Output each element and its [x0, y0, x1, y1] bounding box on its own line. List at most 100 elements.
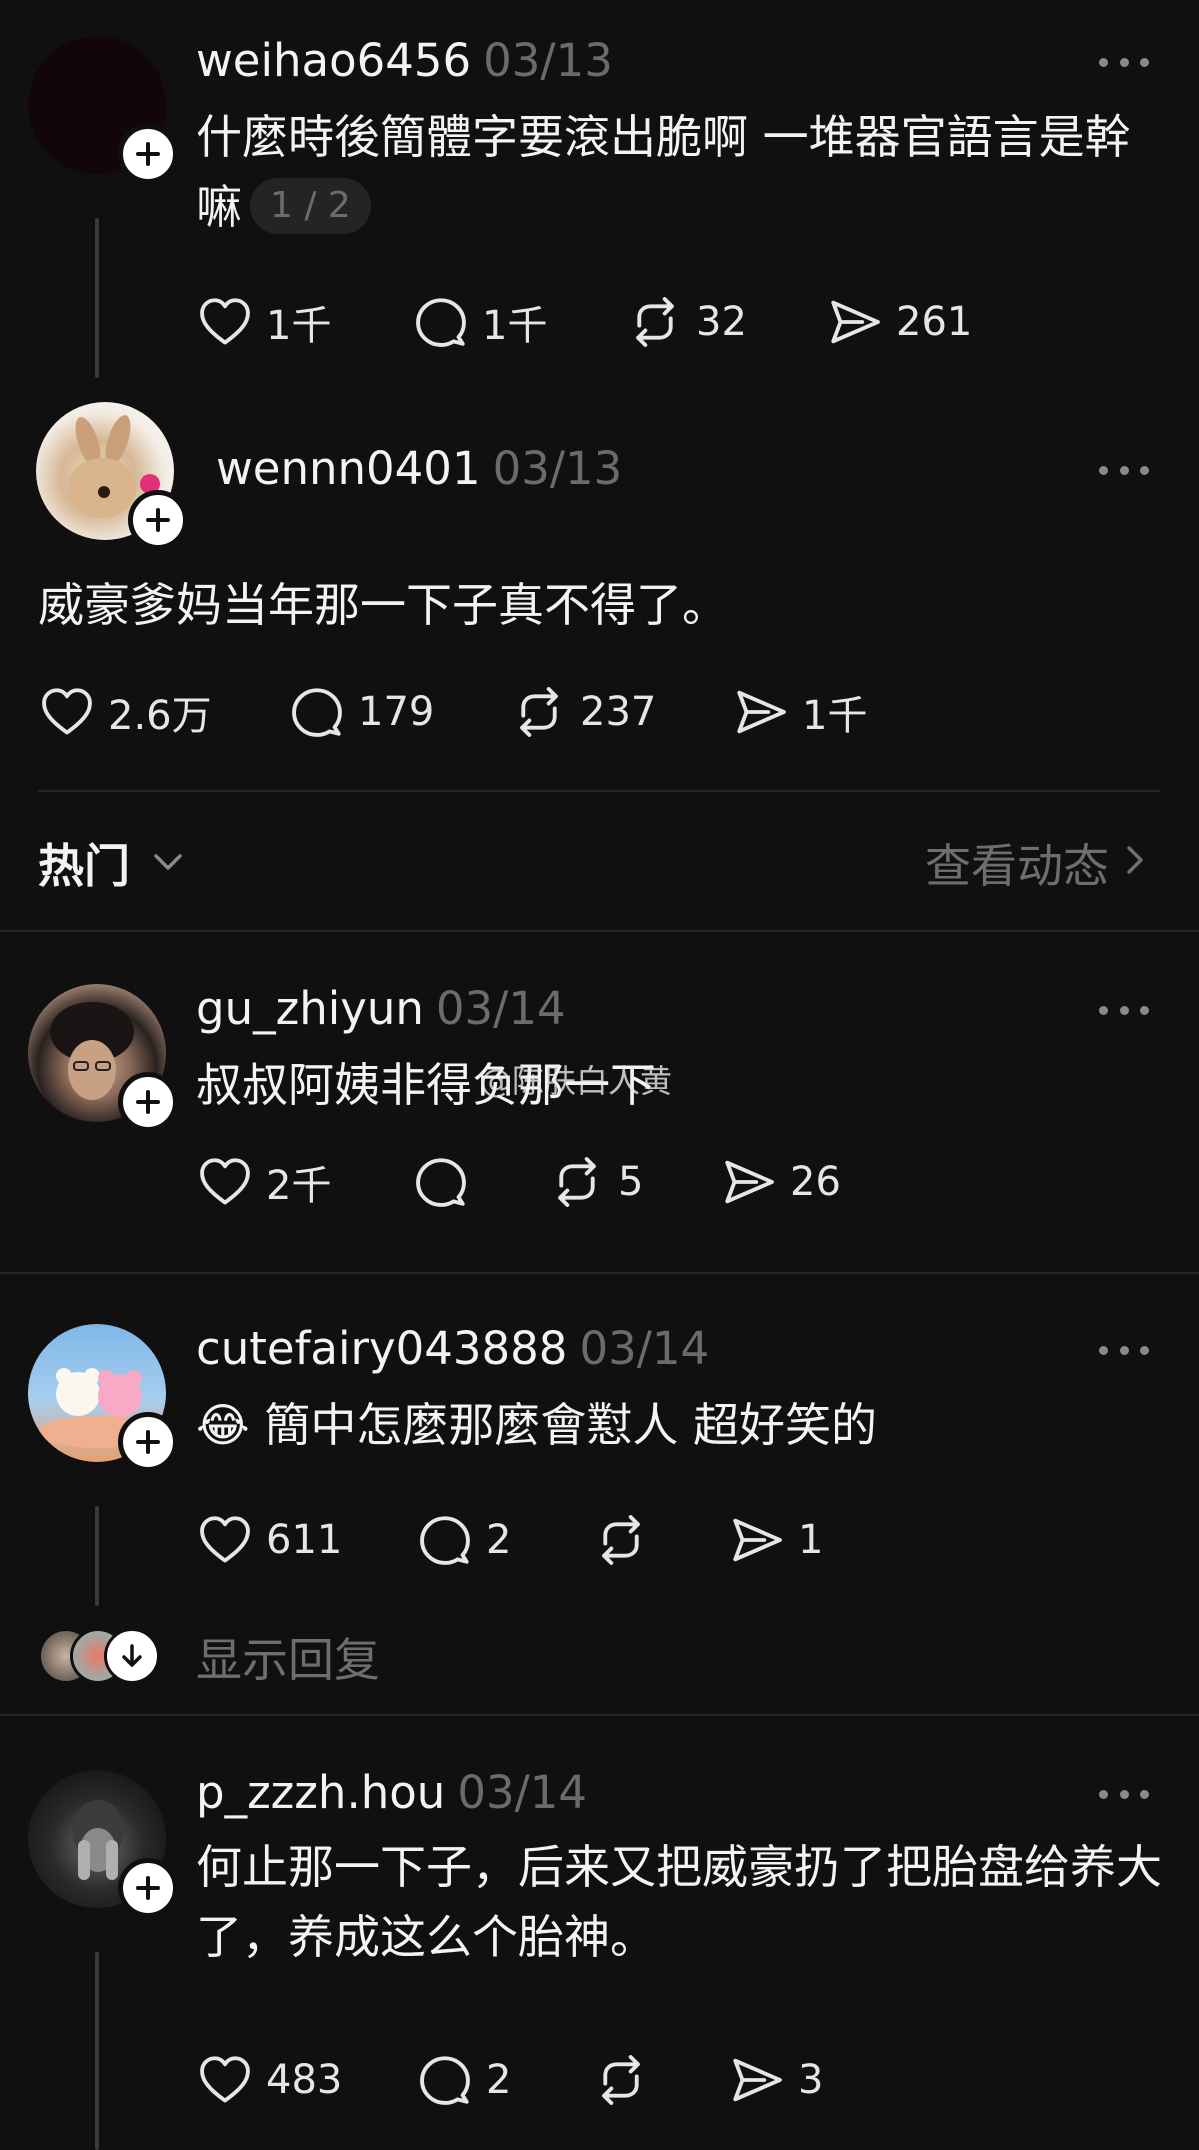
post-date: 03/14 — [457, 1766, 588, 1819]
username[interactable]: p_zzzh.hou 03/14 — [196, 1766, 587, 1819]
chevron-down-icon[interactable] — [150, 850, 186, 874]
share-count: 1千 — [802, 693, 868, 739]
post-text: 何止那一下子，后来又把威豪扔了把胎盘给养大了，养成这么个胎神。 — [196, 1840, 1162, 1964]
more-dots-icon[interactable] — [1099, 460, 1149, 480]
post-text: 威豪爹妈当年那一下子真不得了。 — [38, 578, 728, 632]
thread-line — [95, 1506, 99, 1606]
heart-icon — [200, 1516, 250, 1563]
like-count: 2千 — [266, 1163, 332, 1209]
send-arrow-icon — [725, 1160, 774, 1204]
repost-arrows-icon — [520, 687, 558, 737]
share-button[interactable]: 1 — [728, 1510, 823, 1570]
like-button[interactable]: 483 — [196, 2050, 342, 2110]
send-arrow-icon — [831, 300, 880, 344]
heart-icon — [200, 298, 250, 345]
arrow-down-icon — [104, 1628, 160, 1684]
heart-icon — [42, 688, 92, 735]
share-button[interactable]: 261 — [826, 292, 972, 352]
share-count: 1 — [798, 1517, 824, 1563]
thread-page: weihao6456 03/13 什麼時後簡體字要滾出脆啊 一堆器官語言是幹嘛 1 … — [0, 0, 1199, 2150]
post-date: 03/14 — [579, 1322, 710, 1375]
watermark: @陈肤白人黄 — [480, 1062, 673, 1100]
like-button[interactable]: 611 — [196, 1510, 342, 1570]
share-count: 261 — [896, 299, 973, 345]
repost-arrows-icon — [602, 2055, 640, 2105]
action-bar: 611 2 1 — [196, 1510, 1096, 1570]
reply-avatars[interactable] — [38, 1628, 168, 1684]
post-date: 03/14 — [435, 982, 566, 1035]
send-arrow-icon — [737, 690, 786, 734]
speech-bubble-icon — [416, 298, 466, 347]
username[interactable]: cutefairy043888 03/14 — [196, 1322, 709, 1375]
speech-bubble-icon — [416, 1158, 466, 1207]
username[interactable]: wennn0401 03/13 — [216, 442, 622, 495]
post-text: 😂 簡中怎麼那麼會懟人 超好笑的 — [196, 1398, 877, 1452]
like-button[interactable]: 2.6万 — [38, 682, 212, 742]
post-cutefairy043888: cutefairy043888 03/14 😂 簡中怎麼那麼會懟人 超好笑的 61… — [0, 1274, 1199, 1714]
speech-bubble-icon — [420, 2056, 470, 2105]
thread-line — [95, 1952, 99, 2150]
share-count: 3 — [798, 2057, 824, 2103]
repost-button[interactable] — [592, 2050, 662, 2110]
more-dots-icon[interactable] — [1099, 1784, 1149, 1804]
like-count: 611 — [266, 1517, 343, 1563]
post-text: 什麼時後簡體字要滾出脆啊 一堆器官語言是幹嘛 1 / 2 — [196, 110, 1131, 234]
comment-count: 179 — [358, 689, 435, 735]
comment-button[interactable]: 179 — [288, 682, 434, 742]
heart-icon — [200, 2056, 250, 2103]
repost-button[interactable] — [592, 1510, 662, 1570]
post-p_zzzh.hou: p_zzzh.hou 03/14 何止那一下子，后来又把威豪扔了把胎盘给养大了，养… — [0, 1716, 1199, 2150]
view-activity-link[interactable]: 查看动态 — [925, 830, 1109, 896]
post-wennn0401: wennn0401 03/13 威豪爹妈当年那一下子真不得了。 2.6万 179 … — [0, 390, 1199, 790]
username[interactable]: weihao6456 03/13 — [196, 34, 613, 87]
share-button[interactable]: 1千 — [732, 682, 867, 742]
more-dots-icon[interactable] — [1099, 52, 1149, 72]
post-date: 03/13 — [483, 34, 613, 87]
comment-button[interactable]: 1千 — [412, 292, 547, 352]
action-bar: 1千 1千 32 261 — [196, 292, 1096, 352]
action-bar: 483 2 3 — [196, 2050, 1096, 2110]
speech-bubble-icon — [420, 1516, 470, 1565]
action-bar: 2千 5 26 — [196, 1152, 1096, 1212]
send-arrow-icon — [733, 2058, 782, 2102]
thread-line — [95, 218, 99, 378]
repost-arrows-icon — [636, 297, 674, 347]
comment-count: 2 — [486, 2057, 512, 2103]
send-arrow-icon — [733, 1518, 782, 1562]
action-bar: 2.6万 179 237 1千 — [38, 682, 1038, 742]
comment-count: 2 — [486, 1517, 512, 1563]
follow-plus-icon[interactable] — [118, 1858, 178, 1918]
post-text: 叔叔阿姨非得负那一下 — [196, 1058, 656, 1112]
post-gu_zhiyun: gu_zhiyun 03/14 叔叔阿姨非得负那一下 2千 5 26 — [0, 932, 1199, 1272]
sort-dropdown[interactable]: 热门 — [38, 830, 130, 896]
like-count: 483 — [266, 2057, 343, 2103]
comment-button[interactable]: 2 — [416, 2050, 511, 2110]
comment-button[interactable]: 2 — [416, 1510, 511, 1570]
show-replies-button[interactable]: 显示回复 — [196, 1624, 380, 1690]
repost-button[interactable]: 32 — [626, 292, 747, 352]
follow-plus-icon[interactable] — [118, 1072, 178, 1132]
share-button[interactable]: 26 — [720, 1152, 841, 1212]
username[interactable]: gu_zhiyun 03/14 — [196, 982, 566, 1035]
follow-plus-icon[interactable] — [118, 124, 178, 184]
chevron-right-icon[interactable] — [1123, 840, 1147, 880]
like-button[interactable]: 1千 — [196, 292, 331, 352]
like-button[interactable]: 2千 — [196, 1152, 331, 1212]
more-dots-icon[interactable] — [1099, 1340, 1149, 1360]
repost-arrows-icon — [558, 1157, 596, 1207]
repost-count: 237 — [580, 689, 657, 735]
page-indicator-badge: 1 / 2 — [250, 178, 371, 234]
repost-button[interactable]: 237 — [510, 682, 656, 742]
repost-button[interactable]: 5 — [548, 1152, 643, 1212]
repost-count: 5 — [618, 1159, 644, 1205]
more-dots-icon[interactable] — [1099, 1000, 1149, 1020]
comment-button[interactable] — [412, 1152, 482, 1212]
heart-icon — [200, 1158, 250, 1205]
repost-count: 32 — [696, 299, 747, 345]
post-weihao6456: weihao6456 03/13 什麼時後簡體字要滾出脆啊 一堆器官語言是幹嘛 1 … — [0, 0, 1199, 390]
share-button[interactable]: 3 — [728, 2050, 823, 2110]
follow-plus-icon[interactable] — [128, 490, 188, 550]
sort-bar: 热门 查看动态 — [0, 790, 1199, 930]
follow-plus-icon[interactable] — [118, 1412, 178, 1472]
comment-count: 1千 — [482, 303, 548, 349]
